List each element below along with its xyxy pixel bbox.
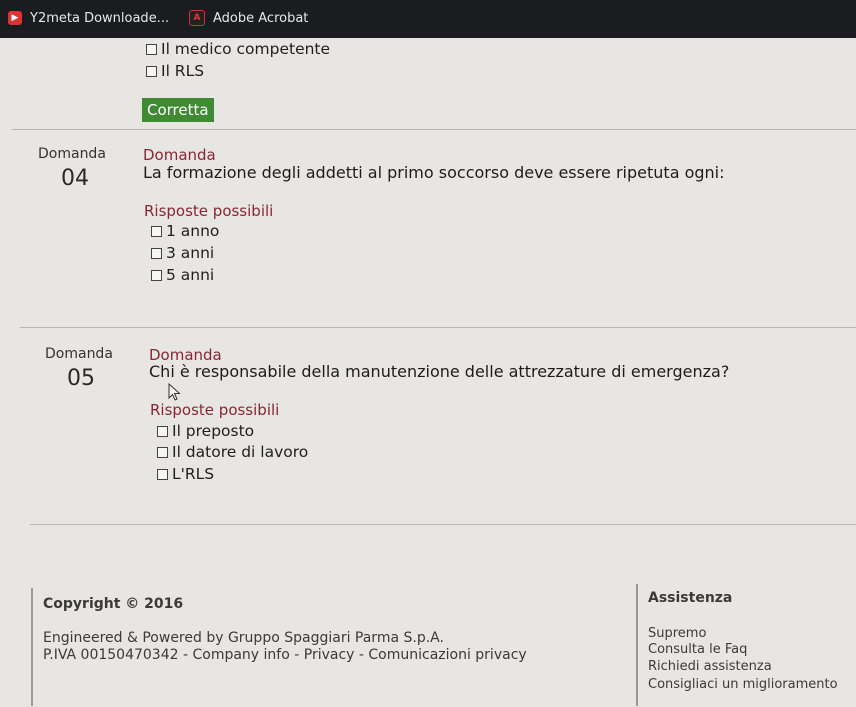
question-text: La formazione degli addetti al primo soc… bbox=[143, 163, 725, 182]
checkbox[interactable] bbox=[151, 247, 162, 259]
answer-option[interactable]: 1 anno bbox=[151, 222, 219, 240]
link-supremo[interactable]: Supremo bbox=[648, 626, 706, 641]
option-label: 5 anni bbox=[166, 266, 215, 284]
option-label: Il datore di lavoro bbox=[172, 443, 309, 461]
youtube-icon: ▶ bbox=[8, 11, 22, 25]
copyright: Copyright © 2016 bbox=[43, 596, 184, 612]
question-label: Domanda bbox=[38, 146, 106, 162]
bookmark-label: Y2meta Downloade... bbox=[30, 10, 170, 26]
acrobat-icon: A bbox=[189, 10, 205, 26]
link-suggest-improvement[interactable]: Consigliaci un miglioramento bbox=[648, 677, 838, 692]
link-faq[interactable]: Consulta le Faq bbox=[648, 642, 747, 657]
answers-heading: Risposte possibili bbox=[144, 202, 274, 220]
checkbox[interactable] bbox=[151, 269, 162, 281]
option-label: 3 anni bbox=[166, 244, 215, 262]
mouse-cursor-icon bbox=[168, 383, 181, 401]
checkbox[interactable] bbox=[146, 65, 157, 77]
answer-option[interactable]: Il preposto bbox=[157, 422, 254, 440]
answer-option[interactable]: L'RLS bbox=[157, 465, 214, 483]
quiz-content: Il medico competente Il RLS Corretta Dom… bbox=[0, 38, 856, 707]
option-label: Il preposto bbox=[172, 422, 255, 440]
checkbox[interactable] bbox=[157, 446, 168, 458]
checkbox[interactable] bbox=[157, 425, 168, 437]
bookmarks-bar: ▶ Y2meta Downloade... A Adobe Acrobat bbox=[0, 0, 856, 38]
answer-option[interactable]: Il datore di lavoro bbox=[157, 443, 308, 461]
checkbox[interactable] bbox=[146, 43, 157, 55]
correct-badge: Corretta bbox=[142, 98, 214, 122]
option-label: L'RLS bbox=[172, 465, 215, 483]
option-label: Il medico competente bbox=[161, 40, 331, 58]
question-heading: Domanda bbox=[143, 146, 216, 164]
option-label: 1 anno bbox=[166, 222, 220, 240]
powered-by: Engineered & Powered by Gruppo Spaggiari… bbox=[43, 630, 444, 646]
question-number: 05 bbox=[67, 366, 95, 391]
answer-option[interactable]: Il RLS bbox=[146, 62, 204, 80]
option-label: Il RLS bbox=[161, 62, 205, 80]
assistance-title: Assistenza bbox=[648, 590, 733, 606]
bookmark-y2meta[interactable]: ▶ Y2meta Downloade... bbox=[8, 9, 169, 27]
bookmark-acrobat[interactable]: A Adobe Acrobat bbox=[189, 9, 308, 27]
answer-option[interactable]: 3 anni bbox=[151, 244, 214, 262]
question-number: 04 bbox=[61, 166, 89, 191]
checkbox[interactable] bbox=[151, 225, 162, 237]
question-label: Domanda bbox=[45, 346, 113, 362]
link-request-assistance[interactable]: Richiedi assistenza bbox=[648, 659, 772, 674]
bookmark-label: Adobe Acrobat bbox=[213, 10, 309, 26]
checkbox[interactable] bbox=[157, 468, 168, 480]
company-info-links[interactable]: P.IVA 00150470342 - Company info - Priva… bbox=[43, 647, 527, 663]
answer-option[interactable]: 5 anni bbox=[151, 266, 214, 284]
question-text: Chi è responsabile della manutenzione de… bbox=[149, 362, 730, 381]
footer-divider bbox=[636, 584, 638, 706]
answers-heading: Risposte possibili bbox=[150, 401, 280, 419]
divider bbox=[30, 524, 856, 525]
divider bbox=[20, 327, 856, 328]
footer-divider bbox=[31, 588, 33, 706]
divider bbox=[12, 129, 856, 130]
answer-option[interactable]: Il medico competente bbox=[146, 40, 330, 58]
